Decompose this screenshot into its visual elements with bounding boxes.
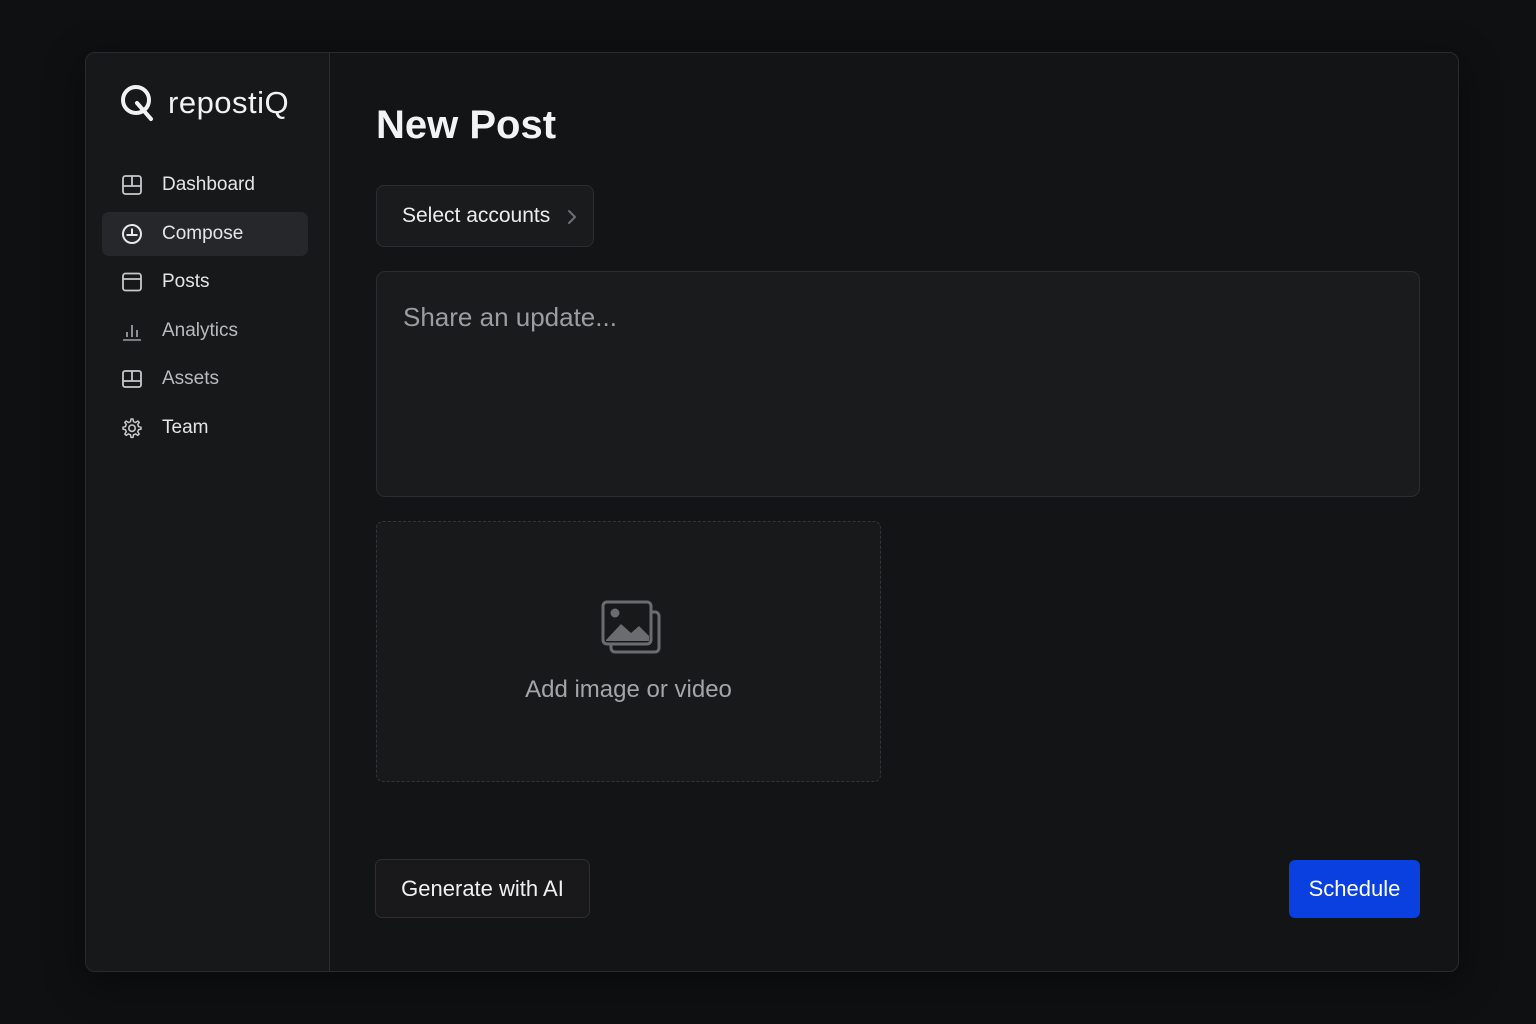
generate-with-ai-button[interactable]: Generate with AI [375, 859, 590, 918]
select-accounts-button[interactable]: Select accounts [376, 185, 594, 247]
q-logo-icon [121, 85, 153, 121]
assets-icon [121, 368, 143, 390]
sidebar-item-label: Compose [162, 222, 244, 244]
sidebar-item-label: Dashboard [162, 174, 255, 195]
sidebar-item-dashboard[interactable]: Dashboard [102, 163, 308, 207]
sidebar-item-label: Assets [162, 368, 220, 389]
schedule-button[interactable]: Schedule [1289, 860, 1420, 918]
compose-icon [121, 223, 143, 245]
main-content: New Post Select accounts Add image or vi… [330, 53, 1458, 971]
sidebar-item-team[interactable]: Team [102, 406, 308, 450]
sidebar-item-label: Team [162, 416, 209, 438]
sidebar-item-label: Analytics [162, 319, 239, 341]
sidebar-item-label: Posts [162, 271, 210, 292]
sidebar-item-analytics[interactable]: Analytics [102, 309, 308, 353]
dashboard-icon [121, 174, 143, 196]
analytics-icon [121, 320, 143, 342]
sidebar-item-compose[interactable]: Compose [102, 211, 308, 256]
media-upload-dropzone[interactable]: Add image or video [376, 521, 881, 782]
page-title: New Post [376, 103, 557, 147]
posts-icon [121, 271, 143, 293]
brand-name: repostiQ [168, 85, 290, 120]
sidebar-item-assets[interactable]: Assets [102, 357, 308, 401]
app-window: repostiQ Dashboard Compose Posts Analyti… [85, 52, 1459, 972]
media-upload-label: Add image or video [525, 676, 732, 703]
image-icon [601, 600, 661, 654]
select-accounts-label: Select accounts [402, 204, 551, 227]
gear-icon [121, 417, 143, 439]
brand[interactable]: repostiQ [120, 83, 289, 123]
sidebar-item-posts[interactable]: Posts [102, 260, 308, 304]
sidebar: repostiQ Dashboard Compose Posts Analyti… [86, 53, 330, 971]
post-composer-input[interactable] [376, 271, 1420, 497]
sidebar-nav: Dashboard Compose Posts Analytics Assets… [102, 163, 308, 454]
chevron-right-icon [568, 210, 576, 224]
